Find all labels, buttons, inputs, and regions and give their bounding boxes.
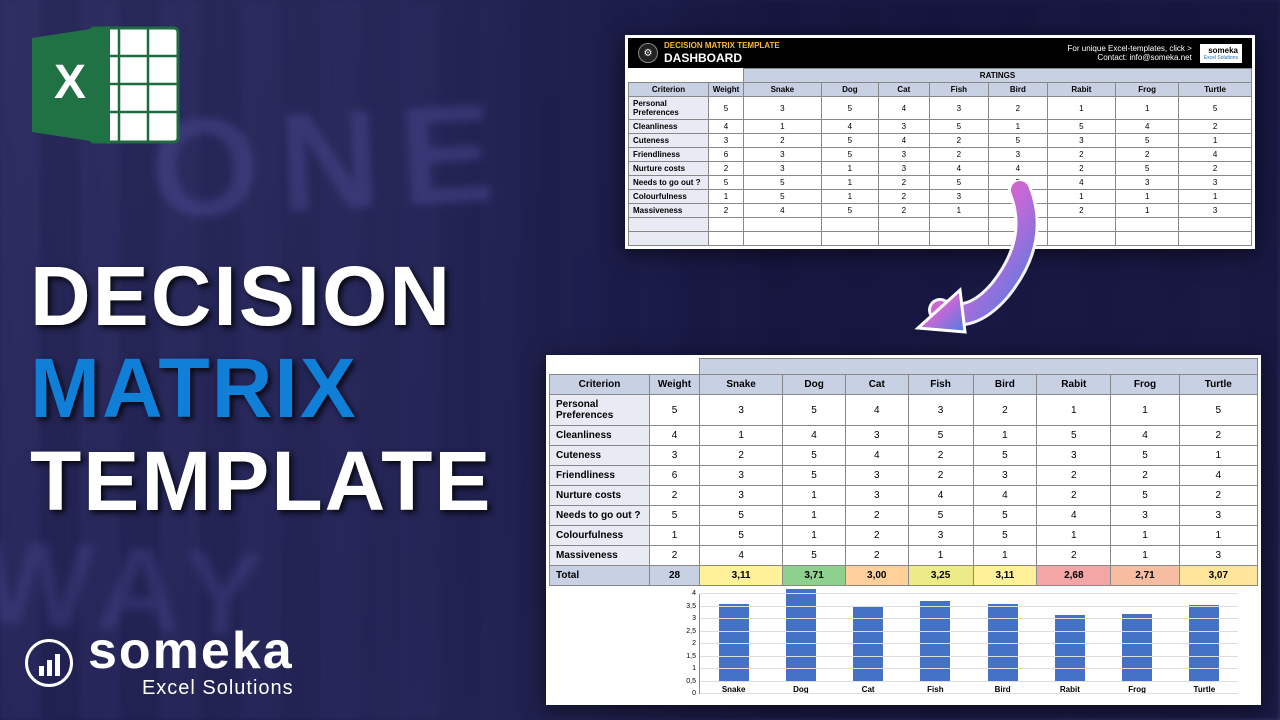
- chart-bar: [1055, 615, 1085, 682]
- col-weight: Weight: [650, 375, 700, 395]
- chart-gridline: 2,5: [700, 631, 1238, 632]
- table-row: Nurture costs231344252: [629, 162, 1252, 176]
- screenshot-result-panel: CriterionWeightSnakeDogCatFishBirdRabitF…: [546, 355, 1261, 705]
- title-line-3: TEMPLATE: [30, 435, 492, 527]
- template-name: DECISION MATRIX TEMPLATE: [664, 41, 780, 50]
- table-row: Cuteness325425351: [550, 446, 1258, 466]
- chart-y-label: 3: [680, 615, 696, 622]
- someka-logo: someka Excel Solutions: [25, 625, 294, 700]
- col-option-1: Dog: [821, 83, 878, 97]
- main-title: DECISION MATRIX TEMPLATE: [30, 250, 492, 527]
- chart-y-label: 4: [680, 590, 696, 597]
- panel-header: ⚙ DECISION MATRIX TEMPLATE DASHBOARD For…: [628, 38, 1252, 68]
- chart-y-label: 1: [680, 665, 696, 672]
- ratings-header-large: [699, 358, 1258, 374]
- chart-bar-wrap: Frog: [1104, 614, 1171, 694]
- col-option-2: Cat: [845, 375, 908, 395]
- ratings-header-small: RATINGS: [743, 68, 1252, 82]
- chart-gridline: 0,5: [700, 681, 1238, 682]
- col-option-5: Rabit: [1047, 83, 1116, 97]
- chart-y-label: 2: [680, 640, 696, 647]
- chart-y-label: 0,5: [680, 678, 696, 685]
- chart-gridline: 2: [700, 643, 1238, 644]
- table-row: Friendliness635323224: [629, 148, 1252, 162]
- excel-icon: X: [30, 20, 180, 150]
- contact-text: Contact: info@someka.net: [1068, 53, 1192, 62]
- table-row: Needs to go out ?551255433: [550, 506, 1258, 526]
- col-option-0: Snake: [744, 83, 822, 97]
- table-row: Friendliness635323224: [550, 466, 1258, 486]
- arrow-icon: [900, 180, 1050, 350]
- total-row: Total283,113,713,003,253,112,682,713,07: [550, 566, 1258, 586]
- svg-text:X: X: [54, 56, 86, 109]
- chart-y-label: 0: [680, 690, 696, 697]
- col-option-1: Dog: [783, 375, 846, 395]
- background-sign-one: ONE: [146, 71, 517, 252]
- col-option-3: Fish: [908, 375, 973, 395]
- col-weight: Weight: [709, 83, 744, 97]
- promo-text: For unique Excel-templates, click >: [1068, 44, 1192, 53]
- title-line-1: DECISION: [30, 250, 492, 342]
- col-option-7: Turtle: [1179, 83, 1252, 97]
- title-line-2: MATRIX: [30, 342, 492, 434]
- col-option-3: Fish: [929, 83, 989, 97]
- gear-icon: ⚙: [638, 43, 658, 63]
- col-criterion: Criterion: [629, 83, 709, 97]
- table-row: Cleanliness414351542: [550, 426, 1258, 446]
- table-row: Colourfulness151235111: [550, 526, 1258, 546]
- chart-y-label: 2,5: [680, 628, 696, 635]
- chart-gridline: 3: [700, 618, 1238, 619]
- chart-bar: [920, 601, 950, 682]
- chart-y-label: 3,5: [680, 603, 696, 610]
- logo-sub-text: Excel Solutions: [88, 677, 294, 700]
- col-criterion: Criterion: [550, 375, 650, 395]
- col-option-4: Bird: [973, 375, 1037, 395]
- table-row: Personal Preferences535432115: [629, 97, 1252, 120]
- chart-gridline: 1,5: [700, 656, 1238, 657]
- chart-y-label: 1,5: [680, 653, 696, 660]
- someka-badge: someka Excel Solutions: [1200, 44, 1242, 63]
- chart-gridline: 1: [700, 668, 1238, 669]
- col-option-4: Bird: [989, 83, 1047, 97]
- chart-bar: [1122, 614, 1152, 682]
- col-option-7: Turtle: [1179, 375, 1257, 395]
- col-option-0: Snake: [700, 375, 783, 395]
- col-option-6: Frog: [1116, 83, 1179, 97]
- logo-brand-text: someka: [88, 625, 294, 677]
- table-row: Personal Preferences535432115: [550, 395, 1258, 426]
- col-option-5: Rabit: [1037, 375, 1111, 395]
- chart-gridline: 4: [700, 593, 1238, 594]
- table-row: Cleanliness414351542: [629, 120, 1252, 134]
- table-row: Cuteness325425351: [629, 134, 1252, 148]
- logo-circle-icon: [25, 639, 73, 687]
- dashboard-label: DASHBOARD: [664, 51, 780, 65]
- table-row: Massiveness245211213: [550, 546, 1258, 566]
- chart-bar-wrap: Rabit: [1036, 615, 1103, 694]
- chart-gridline: 3,5: [700, 606, 1238, 607]
- chart-container: SnakeDogCatFishBirdRabitFrogTurtle 00,51…: [549, 586, 1258, 702]
- table-row: Nurture costs231344252: [550, 486, 1258, 506]
- col-option-2: Cat: [879, 83, 930, 97]
- result-table: CriterionWeightSnakeDogCatFishBirdRabitF…: [549, 374, 1258, 586]
- col-option-6: Frog: [1111, 375, 1179, 395]
- chart-gridline: 0: [700, 693, 1238, 694]
